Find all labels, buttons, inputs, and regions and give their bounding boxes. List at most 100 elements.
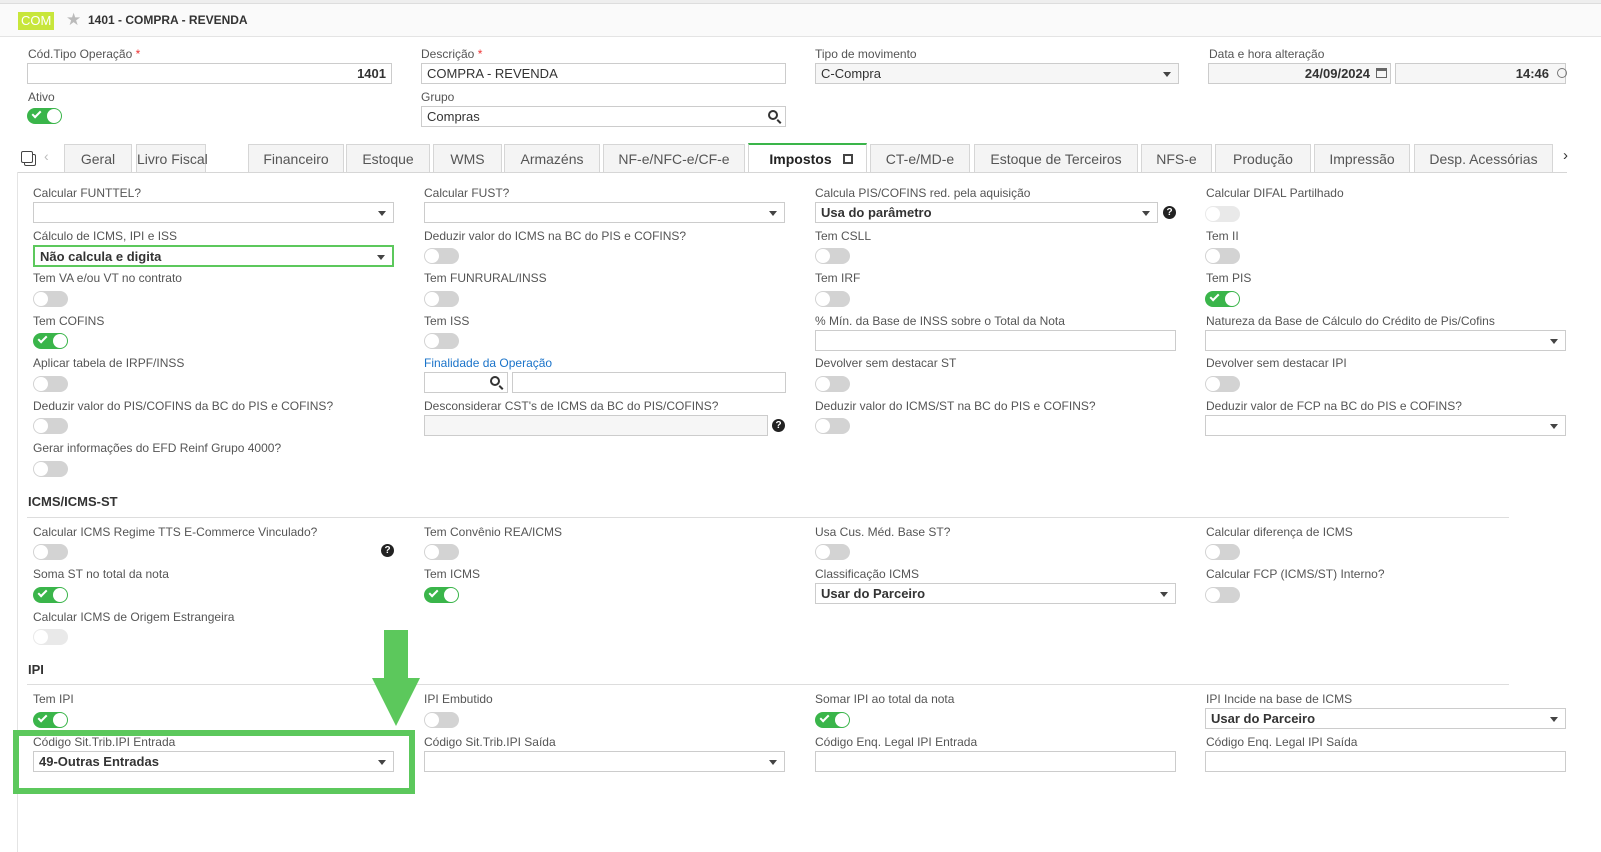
embutido-label: IPI Embutido <box>424 692 493 706</box>
tab-nf-e-nfc-e-cf-e[interactable]: NF-e/NFC-e/CF-e <box>603 144 745 172</box>
tab-estoque-de-terceiros[interactable]: Estoque de Terceiros <box>974 144 1138 172</box>
tts-toggle[interactable] <box>33 544 68 560</box>
ded-fcp-select[interactable] <box>1205 415 1566 436</box>
tipo-select[interactable]: C-Compra <box>815 63 1179 84</box>
cod-input[interactable]: 1401 <box>27 63 392 84</box>
finalidade-desc-input[interactable] <box>512 372 786 393</box>
tab-impress-o[interactable]: Impressão <box>1314 144 1410 172</box>
pis-red-select[interactable]: Usa do parâmetro <box>815 202 1158 223</box>
min-inss-label: % Mín. da Base de INSS sobre o Total da … <box>815 314 1065 328</box>
classif-select[interactable]: Usar do Parceiro <box>815 583 1176 604</box>
somar-ipi-toggle[interactable] <box>815 712 850 728</box>
pis-toggle[interactable] <box>1205 291 1240 307</box>
tem-icms-label: Tem ICMS <box>424 567 481 581</box>
va-vt-toggle[interactable] <box>33 291 68 307</box>
chevron-down-icon <box>1550 717 1558 722</box>
dif-toggle[interactable] <box>1205 544 1240 560</box>
iss-toggle[interactable] <box>424 333 459 349</box>
soma-st-toggle[interactable] <box>33 587 68 603</box>
copy-icon[interactable] <box>21 151 33 163</box>
help-icon[interactable]: ? <box>381 544 394 557</box>
tab-nfs-e[interactable]: NFS-e <box>1141 144 1212 172</box>
fcp-toggle[interactable] <box>1205 587 1240 603</box>
irpf-label: Aplicar tabela de IRPF/INSS <box>33 356 185 370</box>
funrural-toggle[interactable] <box>424 291 459 307</box>
pis-red-label: Calcula PIS/COFINS red. pela aquisição <box>815 186 1031 200</box>
irpf-toggle[interactable] <box>33 376 68 392</box>
funttel-label: Calcular FUNTTEL? <box>33 186 142 200</box>
expand-icon[interactable] <box>843 154 853 164</box>
help-icon[interactable]: ? <box>772 419 785 432</box>
natureza-select[interactable] <box>1205 330 1566 351</box>
ded-pis-toggle[interactable] <box>33 418 68 434</box>
time-input[interactable]: 14:46 <box>1395 63 1566 84</box>
module-badge: COM <box>18 12 55 30</box>
tem-icms-toggle[interactable] <box>424 587 459 603</box>
natureza-label: Natureza da Base de Cálculo do Crédito d… <box>1206 314 1495 328</box>
ii-label: Tem II <box>1206 229 1239 243</box>
icms-section-divider <box>27 517 1509 518</box>
arrow-down-icon <box>372 630 420 726</box>
classif-label: Classificação ICMS <box>815 567 920 581</box>
tab-produ-o[interactable]: Produção <box>1215 144 1311 172</box>
min-inss-input[interactable] <box>815 330 1176 351</box>
favorite-star-icon[interactable]: ★ <box>66 10 81 30</box>
tem-ipi-toggle[interactable] <box>33 712 68 728</box>
calc-icms-select[interactable]: Não calcula e digita <box>33 245 394 267</box>
rea-toggle[interactable] <box>424 544 459 560</box>
search-icon[interactable] <box>490 376 500 386</box>
ipi-section-title: IPI <box>28 662 44 677</box>
ded-icmsst-toggle[interactable] <box>815 418 850 434</box>
enq-entrada-label: Código Enq. Legal IPI Entrada <box>815 735 978 749</box>
desc-input[interactable]: COMPRA - REVENDA <box>421 63 786 84</box>
efd-toggle[interactable] <box>33 461 68 477</box>
deduzir-icms-toggle[interactable] <box>424 248 459 264</box>
data-label: Data e hora alteração <box>1209 47 1325 61</box>
cst-saida-select[interactable] <box>424 751 785 772</box>
fust-select[interactable] <box>424 202 785 223</box>
incide-select[interactable]: Usar do Parceiro <box>1205 708 1566 729</box>
help-icon[interactable]: ? <box>1163 206 1176 219</box>
chevron-left-icon[interactable]: ‹ <box>44 148 49 164</box>
tab-livro-fiscal[interactable]: Livro Fiscal <box>136 144 208 172</box>
icms-section-title: ICMS/ICMS-ST <box>28 494 118 509</box>
ativo-toggle[interactable] <box>27 108 62 124</box>
dev-ipi-toggle[interactable] <box>1205 376 1240 392</box>
enq-saida-input[interactable] <box>1205 751 1566 772</box>
ativo-label: Ativo <box>28 90 55 104</box>
classif-value: Usar do Parceiro <box>821 586 926 601</box>
tab-armaz-ns[interactable]: Armazéns <box>504 144 600 172</box>
irf-toggle[interactable] <box>815 291 850 307</box>
calendar-icon[interactable] <box>1376 68 1387 78</box>
ded-pis-label: Deduzir valor do PIS/COFINS da BC do PIS… <box>33 399 334 413</box>
cus-toggle[interactable] <box>815 544 850 560</box>
incide-value: Usar do Parceiro <box>1211 711 1316 726</box>
cofins-toggle[interactable] <box>33 333 68 349</box>
tab-ct-e-md-e[interactable]: CT-e/MD-e <box>870 144 970 172</box>
tab-wms[interactable]: WMS <box>433 144 502 172</box>
pis-red-value: Usa do parâmetro <box>821 205 932 220</box>
tab-financeiro[interactable]: Financeiro <box>248 144 344 172</box>
highlight-box <box>13 730 415 794</box>
csll-toggle[interactable] <box>815 248 850 264</box>
va-vt-label: Tem VA e/ou VT no contrato <box>33 271 182 285</box>
csll-label: Tem CSLL <box>815 229 872 243</box>
dev-st-toggle[interactable] <box>815 376 850 392</box>
grupo-value: Compras <box>427 109 480 124</box>
finalidade-link[interactable]: Finalidade da Operação <box>424 356 552 370</box>
chevron-right-icon[interactable]: › <box>1563 147 1568 164</box>
search-icon[interactable] <box>768 110 778 120</box>
enq-saida-label: Código Enq. Legal IPI Saída <box>1206 735 1358 749</box>
enq-entrada-input[interactable] <box>815 751 1176 772</box>
tab-desp-acess-rias[interactable]: Desp. Acessórias <box>1414 144 1553 172</box>
chevron-down-icon <box>1550 339 1558 344</box>
tab-estoque[interactable]: Estoque <box>346 144 430 172</box>
funttel-select[interactable] <box>33 202 394 223</box>
date-input[interactable]: 24/09/2024 <box>1208 63 1391 84</box>
tab-geral[interactable]: Geral <box>64 144 132 172</box>
grupo-input[interactable]: Compras <box>421 106 786 127</box>
ded-icmsst-label: Deduzir valor do ICMS/ST na BC do PIS e … <box>815 399 1096 413</box>
clock-icon[interactable] <box>1557 68 1567 78</box>
embutido-toggle[interactable] <box>424 712 459 728</box>
ii-toggle[interactable] <box>1205 248 1240 264</box>
